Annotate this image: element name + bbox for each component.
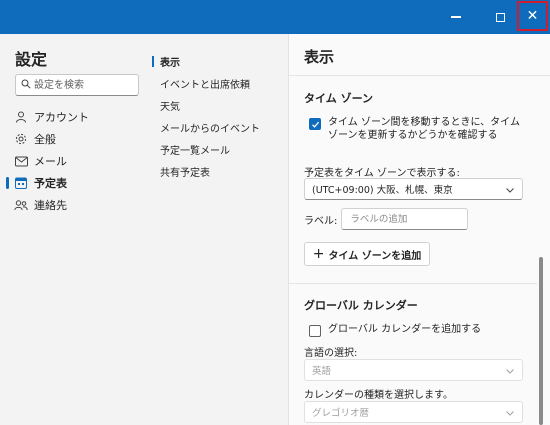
sidebar-item-contacts[interactable]: 連絡先 <box>0 194 148 216</box>
settings-title: 設定 <box>15 50 48 69</box>
settings-content-pane: 表示 タイム ゾーン タイム ゾーン間を移動するときに、タイム ゾーンを更新する… <box>289 34 550 425</box>
people-icon <box>14 198 28 212</box>
language-label: 言語の選択: <box>304 348 358 359</box>
language-dropdown[interactable]: 英語 <box>304 359 523 381</box>
sidebar-item-calendar[interactable]: 予定表 <box>0 172 148 194</box>
settings-search-box[interactable] <box>15 74 139 96</box>
checkmark-icon <box>311 121 319 128</box>
subnav-item-events-from-email[interactable]: メールからのイベント <box>148 116 289 138</box>
sidebar-item-label: アカウント <box>34 111 89 124</box>
minimize-button[interactable] <box>440 4 472 30</box>
minimize-icon <box>451 16 461 18</box>
sidebar-item-label: 全般 <box>34 133 56 146</box>
settings-nav: アカウント 全般 メール 予定表 連絡先 <box>0 106 148 216</box>
sidebar-item-mail[interactable]: メール <box>0 150 148 172</box>
section-divider <box>289 283 537 284</box>
title-bar: ✕ <box>0 0 550 34</box>
timezone-heading: タイム ゾーン <box>304 92 374 105</box>
add-global-calendar-option[interactable]: グローバル カレンダーを追加する <box>309 323 528 337</box>
subnav-item-agenda-email[interactable]: 予定一覧メール <box>148 138 289 160</box>
chevron-down-icon <box>506 369 514 374</box>
timezone-label-row: ラベル: <box>304 208 469 230</box>
page-title: 表示 <box>304 48 335 66</box>
maximize-button[interactable] <box>484 4 516 30</box>
timezone-confirm-checkbox[interactable] <box>309 118 321 130</box>
subnav-item-weather[interactable]: 天気 <box>148 94 289 116</box>
divider <box>289 75 550 76</box>
add-global-calendar-label: グローバル カレンダーを追加する <box>328 324 482 335</box>
sidebar-item-general[interactable]: 全般 <box>0 128 148 150</box>
timezone-confirm-label: タイム ゾーン間を移動するときに、タイム ゾーンを更新するかどうかを確認する <box>328 117 520 141</box>
display-timezone-dropdown[interactable]: (UTC+09:00) 大阪、札幌、東京 <box>304 178 523 200</box>
search-icon <box>21 79 31 89</box>
sidebar-item-account[interactable]: アカウント <box>0 106 148 128</box>
calendar-type-dropdown[interactable]: グレゴリオ暦 <box>304 401 523 423</box>
add-timezone-button[interactable]: + タイム ゾーンを追加 <box>304 242 430 266</box>
chevron-down-icon <box>506 188 514 193</box>
mail-icon <box>14 154 28 168</box>
chevron-down-icon <box>506 411 514 416</box>
subnav-item-view[interactable]: 表示 <box>148 50 289 72</box>
close-icon: ✕ <box>526 8 539 24</box>
subnav-item-events-invitations[interactable]: イベントと出席依頼 <box>148 72 289 94</box>
calendar-icon <box>14 176 28 190</box>
label-caption: ラベル: <box>304 215 338 227</box>
display-timezone-value: (UTC+09:00) 大阪、札幌、東京 <box>312 185 453 196</box>
scrollbar-thumb[interactable] <box>539 257 543 425</box>
sidebar-item-label: メール <box>34 155 67 168</box>
timezone-label-input[interactable] <box>341 208 469 230</box>
close-button[interactable]: ✕ <box>517 1 548 31</box>
display-timezone-label: 予定表をタイム ゾーンで表示する: <box>304 168 460 179</box>
global-calendar-heading: グローバル カレンダー <box>304 299 418 312</box>
plus-icon: + <box>312 246 325 262</box>
add-timezone-label: タイム ゾーンを追加 <box>328 250 422 262</box>
add-global-calendar-checkbox[interactable] <box>309 325 321 337</box>
calendar-type-label: カレンダーの種類を選択します。 <box>304 390 453 401</box>
calendar-type-value: グレゴリオ暦 <box>312 408 370 419</box>
subnav-item-shared-calendars[interactable]: 共有予定表 <box>148 160 289 182</box>
settings-sidebar: 設定 アカウント 全般 メール <box>0 34 148 425</box>
person-icon <box>14 110 28 124</box>
timezone-confirm-option[interactable]: タイム ゾーン間を移動するときに、タイム ゾーンを更新するかどうかを確認する <box>309 116 528 142</box>
search-input[interactable] <box>34 77 136 93</box>
language-value: 英語 <box>312 366 332 377</box>
calendar-subnav: 表示 イベントと出席依頼 天気 メールからのイベント 予定一覧メール 共有予定表 <box>148 34 289 425</box>
sidebar-item-label: 予定表 <box>34 177 67 190</box>
sidebar-item-label: 連絡先 <box>34 199 67 212</box>
maximize-icon <box>495 12 505 22</box>
gear-icon <box>14 132 28 146</box>
